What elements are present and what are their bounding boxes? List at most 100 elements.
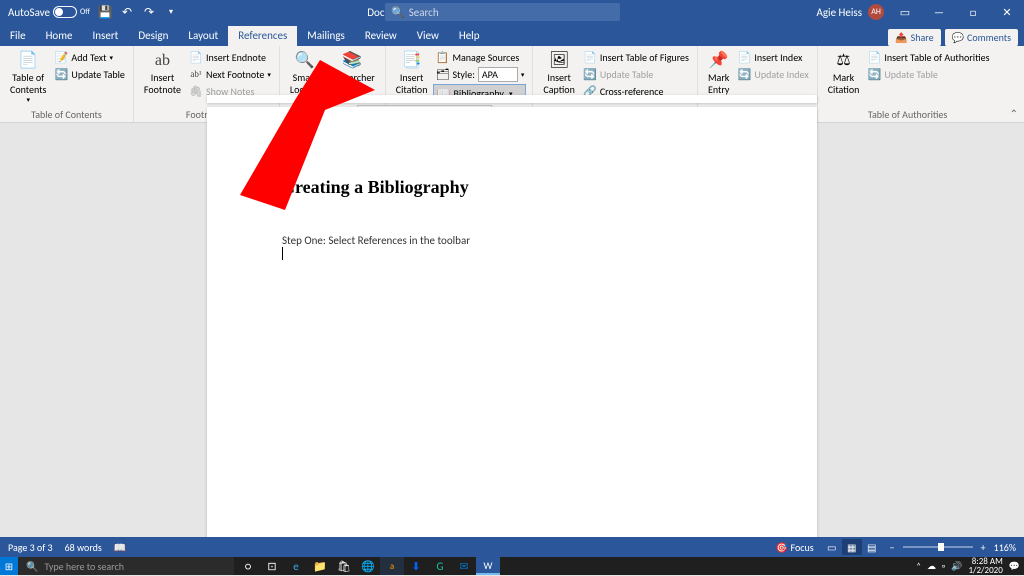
update-icon: 🔄 [583,67,597,81]
style-selector[interactable]: 🗂Style: APA▾ [433,66,526,83]
maximize-icon[interactable]: □ [956,0,990,24]
onedrive-icon[interactable]: ☁ [927,561,936,572]
text-cursor [282,247,283,260]
update-icon: 🔄 [54,67,68,81]
clock-date: 1/2/2020 [968,566,1002,575]
close-icon[interactable]: ✕ [990,0,1024,24]
tab-design[interactable]: Design [128,26,178,46]
explorer-icon[interactable]: 📁 [308,557,332,575]
taskbar-clock[interactable]: 8:28 AM 1/2/2020 [968,557,1002,575]
focus-label: Focus [791,541,814,554]
insert-toa-button[interactable]: 📄Insert Table of Authorities [865,49,991,65]
mark-citation-label: Mark Citation [828,72,860,95]
undo-icon[interactable]: ↶ [120,5,134,19]
user-account[interactable]: Agie Heiss AH [817,4,884,20]
outlook-icon[interactable]: ✉ [452,557,476,575]
search-icon: 🔍 [26,560,38,573]
search-placeholder: Search [409,6,439,19]
style-label: Style: [452,68,474,81]
tab-review[interactable]: Review [355,26,407,46]
dropbox-icon[interactable]: ⬇ [404,557,428,575]
update-table-figures-button[interactable]: 🔄Update Table [581,66,691,82]
grammarly-icon[interactable]: G [428,557,452,575]
add-text-button[interactable]: 📝Add Text▾ [52,49,127,65]
tab-help[interactable]: Help [449,26,490,46]
manage-sources-icon: 📋 [435,50,449,64]
read-mode-icon[interactable]: ▭ [822,539,842,555]
mark-entry-icon: 📌 [709,51,729,71]
insert-index-button[interactable]: 📄Insert Index [735,49,810,65]
tab-insert[interactable]: Insert [83,26,129,46]
zoom-level[interactable]: 116% [994,541,1016,554]
update-icon: 🔄 [737,67,751,81]
comments-label: Comments [967,31,1011,44]
tab-file[interactable]: File [0,26,36,46]
taskbar-search-placeholder: Type here to search [44,560,124,573]
zoom-in-button[interactable]: + [981,541,986,554]
volume-icon[interactable]: 🔊 [951,561,962,572]
start-button[interactable]: ⊞ [0,557,18,575]
page-number[interactable]: Page 3 of 3 [8,541,53,554]
style-value[interactable]: APA [478,67,518,82]
collapse-ribbon-icon[interactable]: ⌃ [1010,107,1018,120]
view-buttons: ▭ ▦ ▤ [822,539,882,555]
zoom-out-button[interactable]: − [890,541,895,554]
table-of-contents-button[interactable]: 📄 Table of Contents ▾ [6,49,50,107]
store-icon[interactable]: 🛍 [332,557,356,575]
chrome-icon[interactable]: 🌐 [356,557,380,575]
save-icon[interactable]: 💾 [98,5,112,19]
ribbon-options-icon[interactable]: ▭ [888,0,922,24]
update-toa-button[interactable]: 🔄Update Table [865,66,991,82]
amazon-icon[interactable]: a [380,557,404,575]
minimize-icon[interactable]: — [922,0,956,24]
endnote-icon: 📄 [189,50,203,64]
next-footnote-icon: ab¹ [189,67,203,81]
task-view-icon[interactable]: ⊡ [260,557,284,575]
search-box[interactable]: 🔍 Search [385,3,620,21]
document-line: Step One: Select References in the toolb… [282,234,742,247]
mark-citation-icon: ⚖ [834,51,854,71]
zoom-slider[interactable] [903,546,973,548]
group-table-of-contents: 📄 Table of Contents ▾ 📝Add Text▾ 🔄Update… [0,46,134,122]
manage-sources-label: Manage Sources [452,51,519,64]
style-icon: 🗂 [435,68,449,82]
insert-toa-icon: 📄 [867,50,881,64]
word-icon[interactable]: W [476,557,500,575]
cortana-icon[interactable]: ○ [236,557,260,575]
manage-sources-button[interactable]: 📋Manage Sources [433,49,526,65]
insert-footnote-button[interactable]: ab Insert Footnote [140,49,185,107]
notifications-icon[interactable]: 💬 [1009,561,1020,572]
insert-footnote-label: Insert Footnote [144,72,181,95]
web-layout-icon[interactable]: ▤ [862,539,882,555]
insert-index-label: Insert Index [754,51,802,64]
network-icon[interactable]: ▫ [942,561,945,572]
table-figures-icon: 📄 [583,50,597,64]
taskbar-search[interactable]: 🔍 Type here to search [18,557,234,575]
update-index-button[interactable]: 🔄Update Index [735,66,810,82]
share-button[interactable]: 📤Share [888,29,940,46]
update-table-button[interactable]: 🔄Update Table [52,66,127,82]
group-table-of-authorities: ⚖ Mark Citation 📄Insert Table of Authori… [818,46,998,122]
qat-dropdown-icon[interactable]: ▾ [164,5,178,19]
spellcheck-icon[interactable]: 📖 [114,541,126,554]
word-count[interactable]: 68 words [65,541,102,554]
update-table-figures-label: Update Table [600,68,654,81]
insert-table-figures-label: Insert Table of Figures [600,51,689,64]
insert-caption-label: Insert Caption [543,72,574,95]
print-layout-icon[interactable]: ▦ [842,539,862,555]
edge-icon[interactable]: e [284,557,308,575]
tab-view[interactable]: View [407,26,449,46]
tab-home[interactable]: Home [36,26,83,46]
tray-chevron-icon[interactable]: ˄ [916,561,921,572]
comments-button[interactable]: 💬Comments [945,29,1018,46]
focus-mode-button[interactable]: 🎯 Focus [776,541,814,554]
quick-access-toolbar: AutoSave Off 💾 ↶ ↷ ▾ [0,5,178,19]
redo-icon[interactable]: ↷ [142,5,156,19]
tab-mailings[interactable]: Mailings [297,26,355,46]
mark-citation-button[interactable]: ⚖ Mark Citation [824,49,864,107]
autosave-state: Off [80,7,90,17]
tab-layout[interactable]: Layout [178,26,228,46]
autosave-toggle[interactable]: AutoSave Off [8,6,90,19]
insert-table-of-figures-button[interactable]: 📄Insert Table of Figures [581,49,691,65]
tab-references[interactable]: References [228,26,297,46]
